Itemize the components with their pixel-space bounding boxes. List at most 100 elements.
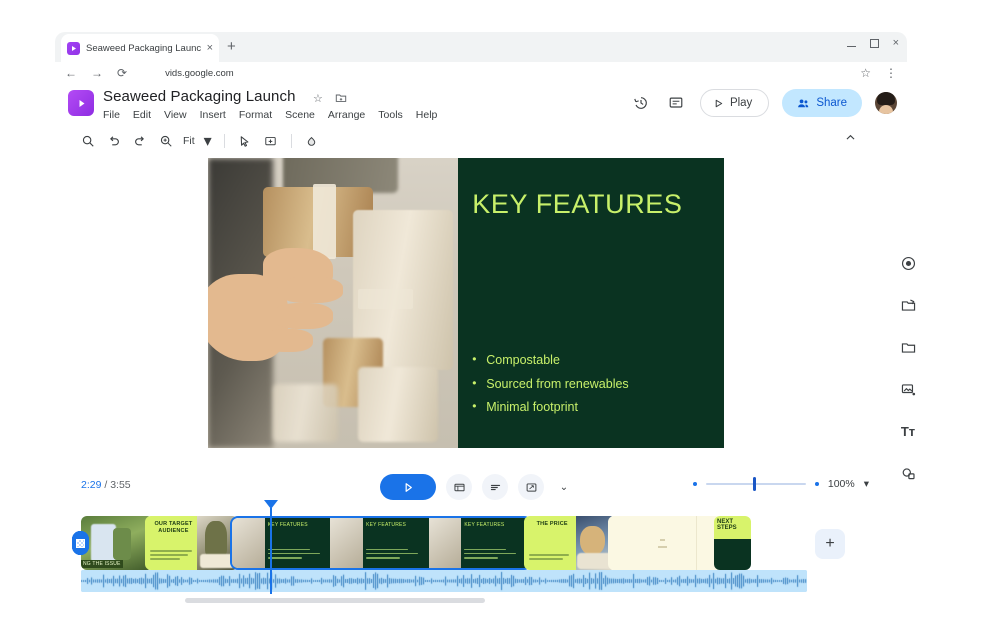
timecode: 2:29 / 3:55 [81, 479, 131, 491]
browser-menu-icon[interactable]: ⋮ [885, 67, 897, 79]
menu-bar: File Edit View Insert Format Scene Arran… [103, 109, 437, 121]
waveform [81, 570, 807, 592]
slide-bullet: Compostable [472, 352, 628, 369]
play-button[interactable]: Play [699, 89, 770, 117]
add-textbox-icon[interactable] [258, 130, 284, 152]
stock-media-icon[interactable] [895, 292, 921, 318]
zoom-icon[interactable] [153, 130, 179, 152]
app-header: Seaweed Packaging Launch ☆ File Edit Vie… [55, 84, 907, 128]
menu-tools[interactable]: Tools [378, 109, 403, 121]
zoom-max-marker [814, 482, 819, 486]
star-icon[interactable]: ☆ [313, 92, 323, 105]
maximize-button[interactable] [869, 39, 879, 48]
slide-canvas[interactable]: KEY FEATURES Compostable Sourced from re… [208, 158, 724, 448]
share-button-label: Share [816, 97, 847, 109]
share-button[interactable]: Share [782, 89, 862, 117]
zoom-slider-group: 100% ▾ [692, 477, 869, 491]
back-icon[interactable]: ← [65, 67, 77, 79]
menu-format[interactable]: Format [239, 109, 272, 121]
window-controls: × [846, 38, 899, 49]
more-chevron-icon[interactable]: ⌄ [554, 476, 574, 498]
slide-title[interactable]: KEY FEATURES [472, 189, 716, 220]
menu-file[interactable]: File [103, 109, 120, 121]
zoom-percent-label: 100% [827, 478, 855, 490]
version-history-icon[interactable] [630, 92, 652, 114]
move-to-folder-icon[interactable] [335, 92, 347, 107]
canvas-stage: KEY FEATURES Compostable Sourced from re… [55, 154, 907, 464]
toolbar-divider-1 [223, 134, 225, 148]
collapse-toolbar-icon[interactable] [844, 131, 857, 147]
play-triangle-icon [715, 99, 723, 107]
clip-label: NEXT STEPS [717, 519, 737, 532]
zoom-slider-handle[interactable] [752, 477, 756, 491]
minimize-button[interactable] [846, 40, 856, 48]
google-vids-logo-icon [68, 90, 94, 116]
audio-track[interactable] [81, 570, 807, 592]
playhead[interactable] [264, 500, 278, 594]
close-window-button[interactable]: × [893, 38, 899, 49]
toolbar-divider-2 [290, 134, 292, 148]
menu-arrange[interactable]: Arrange [328, 109, 365, 121]
total-time: / 3:55 [104, 479, 131, 491]
zoom-slider[interactable] [705, 477, 806, 491]
script-view-icon[interactable] [482, 474, 508, 500]
shape-fill-icon[interactable] [299, 130, 325, 152]
menu-edit[interactable]: Edit [133, 109, 151, 121]
scenes-view-icon[interactable] [446, 474, 472, 500]
zoom-min-marker [692, 482, 697, 486]
timeline-play-button[interactable] [380, 474, 436, 500]
clip-key-features[interactable]: KEY FEATURES KEY FEATURES KEY FEATURES [230, 516, 532, 570]
browser-tab[interactable]: Seaweed Packaging Launch × [61, 34, 219, 62]
menu-help[interactable]: Help [416, 109, 438, 121]
tab-title: Seaweed Packaging Launch [86, 42, 201, 54]
timeline-scrollbar[interactable] [185, 598, 485, 603]
menu-insert[interactable]: Insert [200, 109, 226, 121]
bookmark-star-icon[interactable]: ☆ [860, 67, 871, 79]
clip-framing-the-issue[interactable]: NG THE ISSUE [81, 516, 153, 570]
comment-icon[interactable] [665, 92, 687, 114]
forward-icon[interactable]: → [91, 67, 103, 79]
clip-our-target-audience[interactable]: OUR TARGET AUDIENCE [145, 516, 238, 570]
menu-scene[interactable]: Scene [285, 109, 315, 121]
avatar[interactable] [875, 92, 897, 114]
app-window: Seaweed Packaging Launch × + × ← → ⟳ vid… [0, 0, 1001, 639]
clip-next-steps[interactable]: NEXT STEPS [714, 516, 751, 570]
undo-icon[interactable] [101, 130, 127, 152]
reload-icon[interactable]: ⟳ [117, 67, 127, 79]
address-field[interactable]: vids.google.com [165, 68, 234, 79]
clip-label: KEY FEATURES [464, 522, 505, 528]
slide-photo [208, 158, 459, 448]
add-clip-button[interactable]: + [815, 529, 845, 559]
clip-label: OUR TARGET AUDIENCE [154, 521, 193, 534]
search-icon[interactable] [75, 130, 101, 152]
slide-bullet-list[interactable]: Compostable Sourced from renewables Mini… [472, 352, 628, 424]
record-icon[interactable] [895, 250, 921, 276]
zoom-dropdown-arrow-icon[interactable]: ▾ [199, 130, 217, 152]
transitions-icon[interactable] [518, 474, 544, 500]
image-icon[interactable] [895, 376, 921, 402]
playback-bar: 2:29 / 3:55 ⌄ 100% ▾ [55, 466, 907, 508]
right-rail: Tт [893, 250, 923, 486]
url-bar: ← → ⟳ vids.google.com ☆ ⋮ [55, 62, 907, 84]
tab-strip: Seaweed Packaging Launch × + × [55, 32, 907, 62]
transition-badge[interactable] [72, 531, 89, 555]
editor-toolbar: Fit ▾ [55, 128, 907, 154]
new-tab-button[interactable]: + [227, 39, 236, 54]
clip-the-price[interactable]: THE PRICE [524, 516, 616, 570]
menu-view[interactable]: View [164, 109, 187, 121]
tab-close-icon[interactable]: × [207, 42, 213, 54]
text-icon[interactable]: Tт [895, 418, 921, 444]
select-cursor-icon[interactable] [232, 130, 258, 152]
clip-blank[interactable] [608, 516, 722, 570]
redo-icon[interactable] [127, 130, 153, 152]
slide-bullet: Sourced from renewables [472, 376, 628, 393]
document-title[interactable]: Seaweed Packaging Launch [103, 88, 296, 105]
zoom-level-label[interactable]: Fit [179, 135, 199, 147]
vids-favicon-icon [67, 41, 80, 55]
zoom-dropdown-icon[interactable]: ▾ [864, 478, 869, 490]
slide-text-panel: KEY FEATURES Compostable Sourced from re… [458, 158, 724, 448]
url-bar-actions: ☆ ⋮ [860, 62, 897, 84]
clip-strip: NG THE ISSUE OUR TARGET AUDIENCE KEY FEA… [72, 516, 751, 570]
current-time: 2:29 [81, 479, 102, 491]
folder-icon[interactable] [895, 334, 921, 360]
